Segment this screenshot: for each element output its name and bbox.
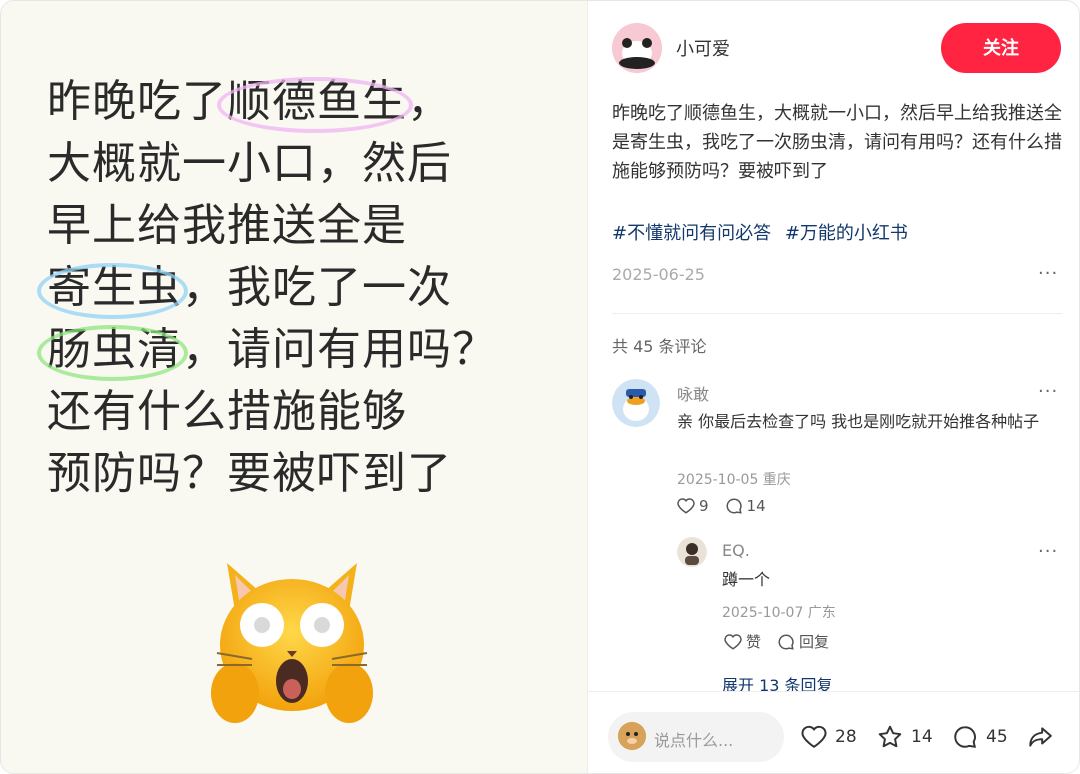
like-post-button[interactable]: 28 xyxy=(801,724,857,750)
highlight-green: 肠虫清 xyxy=(37,319,188,381)
collect-button[interactable]: 14 xyxy=(877,724,933,750)
self-avatar xyxy=(618,722,646,750)
post-comment-count: 45 xyxy=(986,727,1008,747)
image-line-5: 肠虫清，请问有用吗？ xyxy=(37,319,567,381)
image-line-2: 大概就一小口，然后 xyxy=(47,138,452,189)
comment-actions: 9 14 xyxy=(677,497,766,515)
image-line-7: 预防吗？要被吓到了 xyxy=(47,448,452,499)
like-count: 9 xyxy=(699,497,709,515)
comment-placeholder[interactable]: 说点什么... xyxy=(654,727,733,751)
heart-icon xyxy=(724,633,742,650)
reply-button[interactable]: 14 xyxy=(725,497,766,515)
post-like-count: 28 xyxy=(835,727,857,747)
reply-text: 蹲一个 xyxy=(722,570,771,589)
follow-button[interactable]: 关注 xyxy=(941,23,1061,73)
more-icon[interactable]: ··· xyxy=(1038,381,1058,402)
comment-count: 共 45 条评论 xyxy=(612,337,707,356)
author-name[interactable]: 小可爱 xyxy=(676,35,730,61)
image-line-3: 早上给我推送全是 xyxy=(47,200,407,251)
heart-icon xyxy=(677,498,695,514)
post-description: 昨晚吃了顺德鱼生，大概就一小口，然后早上给我推送全是寄生虫，我吃了一次肠虫清，请… xyxy=(612,103,1062,182)
more-icon[interactable]: ··· xyxy=(1038,541,1058,562)
divider xyxy=(612,313,1062,314)
note-detail-panel: 小可爱 关注 昨晚吃了顺德鱼生，大概就一小口，然后早上给我推送全是寄生虫，我吃了… xyxy=(587,1,1079,773)
comment-icon xyxy=(778,633,794,650)
reply-label: 回复 xyxy=(799,633,830,651)
commenter-name[interactable]: 咏敢 xyxy=(677,381,709,405)
share-button[interactable] xyxy=(1027,724,1053,750)
tag-link[interactable]: #万能的小红书 xyxy=(785,223,908,244)
highlight-blue: 寄生虫 xyxy=(37,257,188,319)
note-detail-window: 昨晚吃了顺德鱼生， 大概就一小口，然后 早上给我推送全是 寄生虫，我吃了一次 肠… xyxy=(0,0,1080,774)
share-icon xyxy=(1029,727,1052,747)
more-icon[interactable]: ··· xyxy=(1038,263,1058,284)
reply-button[interactable]: 回复 xyxy=(777,631,829,652)
reply-avatar[interactable] xyxy=(677,537,707,567)
comment-icon xyxy=(726,498,742,514)
star-icon xyxy=(878,725,902,748)
comment-text: 亲 你最后去检查了吗 我也是刚吃就开始推各种帖子 xyxy=(677,412,1040,431)
reply-meta: 2025-10-07 广东 xyxy=(722,605,836,621)
reply-actions: 赞 回复 xyxy=(724,631,829,652)
like-label: 赞 xyxy=(746,633,762,651)
comment-meta: 2025-10-05 重庆 xyxy=(677,472,791,488)
reply-count: 14 xyxy=(746,497,766,515)
like-button[interactable]: 赞 xyxy=(724,631,761,652)
screaming-cat-icon xyxy=(211,563,373,723)
bottom-action-bar: 说点什么... 28 14 45 xyxy=(588,691,1079,773)
post-star-count: 14 xyxy=(911,727,933,747)
tag-link[interactable]: #不懂就问有问必答 xyxy=(612,223,771,244)
post-image-text: 昨晚吃了顺德鱼生， 大概就一小口，然后 早上给我推送全是 寄生虫，我吃了一次 肠… xyxy=(37,71,567,505)
heart-icon xyxy=(801,725,827,748)
image-line-4: 寄生虫，我吃了一次 xyxy=(37,257,567,319)
comment-button[interactable]: 45 xyxy=(952,724,1008,750)
post-date: 2025-06-25 xyxy=(612,265,705,284)
commenter-avatar[interactable] xyxy=(612,379,660,427)
highlight-pink: 顺德鱼生 xyxy=(217,71,413,133)
reply-name[interactable]: EQ. xyxy=(722,541,750,560)
author-avatar[interactable] xyxy=(612,23,662,73)
post-tags: #不懂就问有问必答 #万能的小红书 xyxy=(612,219,916,245)
image-line-6: 还有什么措施能够 xyxy=(47,386,407,437)
like-button[interactable]: 9 xyxy=(677,497,709,515)
post-image[interactable]: 昨晚吃了顺德鱼生， 大概就一小口，然后 早上给我推送全是 寄生虫，我吃了一次 肠… xyxy=(1,1,587,773)
image-line-1: 昨晚吃了顺德鱼生， xyxy=(47,71,567,133)
comment-icon xyxy=(954,726,977,748)
